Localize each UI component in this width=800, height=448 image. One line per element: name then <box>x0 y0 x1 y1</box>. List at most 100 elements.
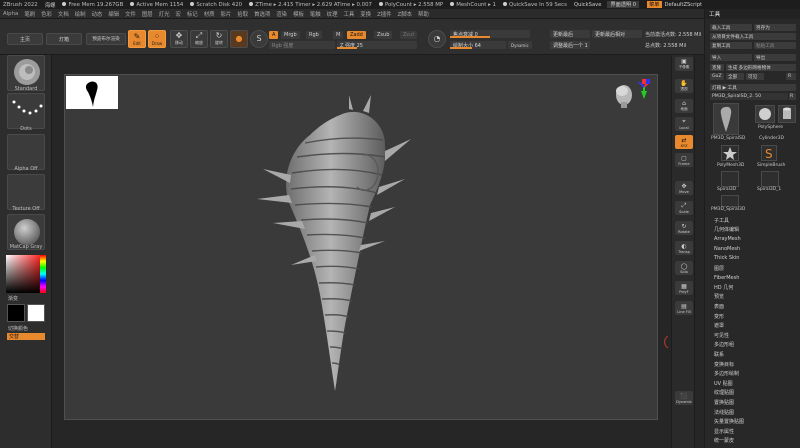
subpalette-item-16[interactable]: 多边形绘制 <box>710 370 796 378</box>
main-color-swatch[interactable] <box>7 304 25 322</box>
subpalette-item-15[interactable]: 变换目标 <box>710 360 796 368</box>
a-toggle[interactable]: A <box>269 31 279 39</box>
tool-thumb-spiral3d-1[interactable] <box>761 171 779 187</box>
current-tool-slider[interactable]: PM3D_SpiralSD_2. 50 <box>710 93 788 100</box>
adjust-last-slider[interactable]: 调整最后一个 1 <box>550 41 590 49</box>
menu-item-0[interactable]: Alpha <box>3 11 18 17</box>
subpalette-item-0[interactable]: 子工具 <box>710 216 796 224</box>
shelf-button-1[interactable]: ✋ 透视 <box>675 79 693 93</box>
alpha-selector[interactable] <box>7 134 45 170</box>
shelf-button-5[interactable]: ▢ Frame <box>675 153 693 167</box>
menu-button[interactable]: 菜单 <box>647 1 662 8</box>
menu-item-8[interactable]: 图层 <box>142 10 153 18</box>
quicksave-button[interactable]: QuickSave <box>574 2 601 8</box>
switch-color-button[interactable]: 切换颜色 <box>0 325 52 332</box>
goz-all-button[interactable]: 全部 <box>726 73 744 80</box>
rotate-button[interactable]: ↻ 旋转 <box>210 30 228 48</box>
subpalette-item-12[interactable]: 可见性 <box>710 331 796 339</box>
menu-item-18[interactable]: 笔触 <box>310 10 321 18</box>
focal-shift-icon-button[interactable]: ◔ <box>428 30 446 48</box>
subpalette-item-17[interactable]: UV 贴图 <box>710 379 796 387</box>
shelf-button-10[interactable]: ◯ Solo <box>675 261 693 275</box>
menu-item-15[interactable]: 首选项 <box>254 10 270 18</box>
menu-item-6[interactable]: 编辑 <box>108 10 119 18</box>
paste-tool-button[interactable]: 粘贴工具 <box>754 42 796 49</box>
z-intensity-slider[interactable]: Z 强度 25 <box>337 41 417 49</box>
rgb-intensity-slider[interactable]: Rgb 强度 <box>269 41 335 49</box>
subpalette-item-1[interactable]: 几何体编辑 <box>710 226 796 234</box>
scale-button[interactable]: ⤢ 缩放 <box>190 30 208 48</box>
subpalette-item-3[interactable]: NanoMesh <box>710 245 796 253</box>
edit-mode-button[interactable]: ✎ Edit <box>128 30 146 48</box>
interface-transparency-slider[interactable]: 界面透明 0 <box>607 1 640 8</box>
tool-thumb-spiral3d[interactable] <box>721 171 739 187</box>
lightbox-button[interactable]: 灯箱 <box>46 33 82 45</box>
subpalette-item-14[interactable]: 联系 <box>710 350 796 358</box>
texture-selector[interactable] <box>7 174 45 210</box>
menu-item-12[interactable]: 材质 <box>204 10 215 18</box>
shelf-button-9[interactable]: ◐ Transp <box>675 241 693 255</box>
zadd-toggle[interactable]: Zadd <box>347 31 366 39</box>
draw-mode-button[interactable]: ⁘ Draw <box>148 30 166 48</box>
shelf-button-6[interactable]: ✥ Move <box>675 181 693 195</box>
menu-item-4[interactable]: 绘制 <box>75 10 86 18</box>
save-as-button[interactable]: 另存为 <box>754 24 796 31</box>
menu-item-5[interactable]: 动态 <box>92 10 103 18</box>
menu-item-19[interactable]: 纹理 <box>327 10 338 18</box>
load-from-project-button[interactable]: 从项目文件载入工具 <box>710 33 796 40</box>
subpalette-item-6[interactable]: FiberMesh <box>710 274 796 282</box>
draw-size-slider[interactable]: 绘制大小 64 <box>450 41 506 49</box>
menu-item-22[interactable]: Z插件 <box>377 10 391 18</box>
secondary-color-swatch[interactable] <box>27 304 45 322</box>
menu-item-9[interactable]: 灯光 <box>159 10 170 18</box>
shelf-button-0[interactable]: ▣ 子像素 <box>675 57 693 71</box>
tool-thumb-cylinder[interactable] <box>778 105 796 123</box>
subpalette-item-2[interactable]: ArrayMesh <box>710 235 796 243</box>
menu-item-13[interactable]: 影片 <box>221 10 232 18</box>
home-button[interactable]: 主页 <box>7 33 43 45</box>
preview-boolean-button[interactable]: 预览布尔渲染 <box>86 33 126 45</box>
shelf-button-2[interactable]: ⌂ 地面 <box>675 99 693 113</box>
subpalette-item-20[interactable]: 法线贴图 <box>710 408 796 416</box>
menu-item-1[interactable]: 笔刷 <box>24 10 35 18</box>
subpalette-item-10[interactable]: 变形 <box>710 312 796 320</box>
shelf-button-11[interactable]: ▦ PolyF <box>675 281 693 295</box>
update-last-relative-button[interactable]: 更新最后相对 <box>592 30 642 38</box>
subpalette-item-8[interactable]: 预览 <box>710 293 796 301</box>
load-tool-button[interactable]: 载入工具 <box>710 24 752 31</box>
r-button[interactable]: R <box>786 73 796 80</box>
hue-strip[interactable] <box>40 255 46 293</box>
shelf-button-7[interactable]: ⤢ Scale <box>675 201 693 215</box>
update-last-button[interactable]: 更新最后 <box>550 30 590 38</box>
menu-item-11[interactable]: 标记 <box>187 10 198 18</box>
goz-button[interactable]: GoZ <box>710 73 724 80</box>
export-button[interactable]: 导出 <box>754 54 796 61</box>
orientation-head-gizmo[interactable] <box>611 77 651 109</box>
tool-thumb-polymesh[interactable] <box>721 145 739 161</box>
rgb-toggle[interactable]: Rgb <box>306 31 322 39</box>
shelf-button-12[interactable]: ▤ Line Fill <box>675 301 693 315</box>
subpalette-item-23[interactable]: 统一蒙皮 <box>710 437 796 445</box>
stroke-mode-button[interactable]: S <box>250 30 268 48</box>
subpalette-item-18[interactable]: 纹理贴图 <box>710 389 796 397</box>
import-button[interactable]: 导入 <box>710 54 752 61</box>
navigation-thumbnail[interactable] <box>66 76 118 109</box>
shelf-button-4[interactable]: ⇄ XYZ <box>675 135 693 149</box>
mrgb-toggle[interactable]: Mrgb <box>281 31 300 39</box>
move-button[interactable]: ✥ 移动 <box>170 30 188 48</box>
subpalette-item-21[interactable]: 矢量置换贴图 <box>710 418 796 426</box>
subpalette-item-5[interactable]: 图层 <box>710 264 796 272</box>
goz-visible-button[interactable]: 可见 <box>746 73 764 80</box>
menu-item-3[interactable]: 文档 <box>58 10 69 18</box>
menu-item-14[interactable]: 拾取 <box>237 10 248 18</box>
shelf-button-8[interactable]: ↻ Rotate <box>675 221 693 235</box>
subpalette-item-7[interactable]: HD 几何 <box>710 283 796 291</box>
subpalette-item-19[interactable]: 置换贴图 <box>710 398 796 406</box>
shelf-button-3[interactable]: ⌖ Local <box>675 117 693 131</box>
dynamic-toggle[interactable]: Dynamic <box>508 41 532 49</box>
subpalette-item-9[interactable]: 表面 <box>710 302 796 310</box>
alternate-button[interactable]: 交替 <box>7 333 45 340</box>
document-canvas[interactable] <box>64 74 658 420</box>
menu-item-23[interactable]: Z脚本 <box>398 10 412 18</box>
spiral-shell-model[interactable] <box>245 95 455 415</box>
